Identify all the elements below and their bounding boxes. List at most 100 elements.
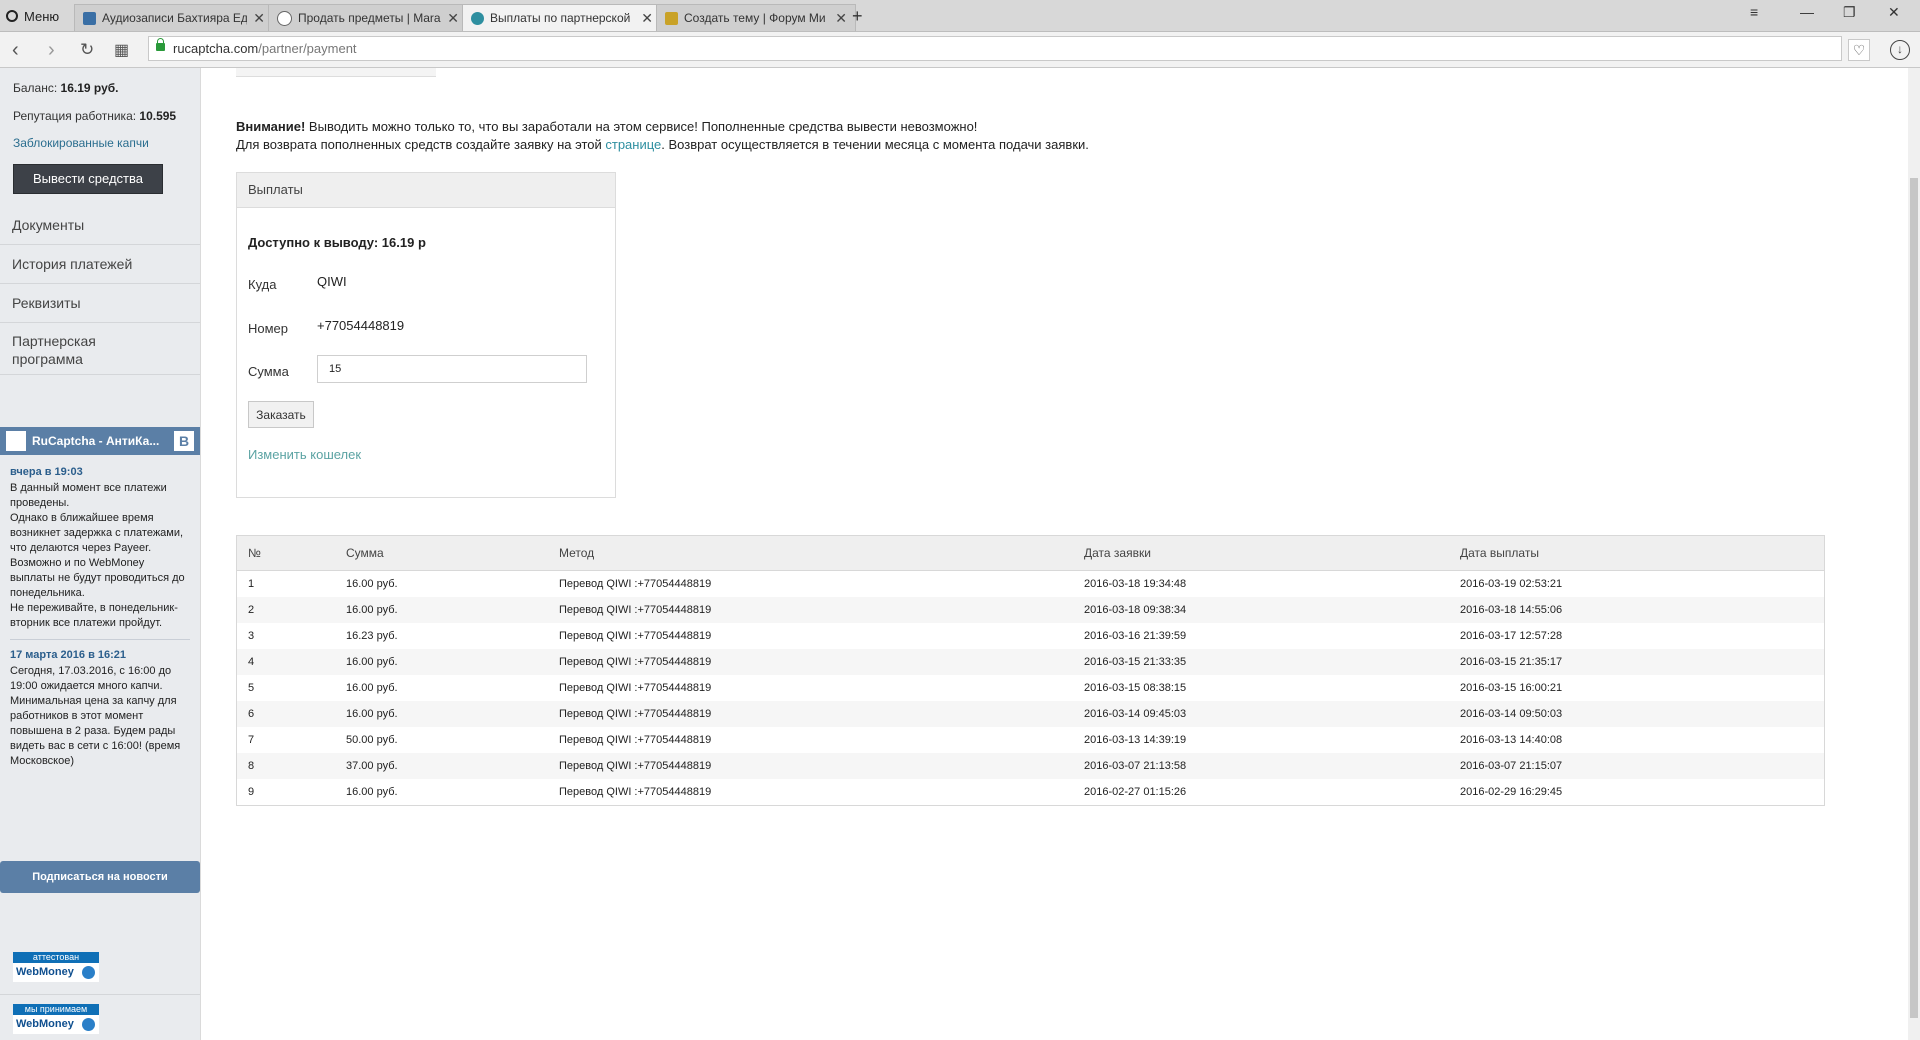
table-row: 5 16.00 руб. Перевод QIWI :+77054448819 201…: [237, 675, 1825, 701]
col-amount: Сумма: [335, 535, 548, 571]
where-value: QIWI: [317, 274, 347, 289]
globe-favicon-icon: [277, 10, 292, 26]
tab-title: Выплаты по партнерской: [490, 11, 631, 25]
cell-number: 4: [236, 649, 335, 675]
cell-request-date: 2016-03-18 09:38:34: [1073, 597, 1449, 623]
col-number: №: [236, 535, 335, 571]
post-text: Сегодня, 17.03.2016, с 16:00 до 19:00 ож…: [10, 665, 181, 767]
table-row: 9 16.00 руб. Перевод QIWI :+77054448819 201…: [237, 779, 1825, 806]
change-wallet-link[interactable]: Изменить кошелек: [248, 447, 361, 462]
reload-icon[interactable]: ↻: [80, 40, 94, 60]
available-amount: Доступно к выводу: 16.19 р: [248, 235, 426, 250]
sidebar-item-partner-program[interactable]: Партнерская программа: [0, 323, 200, 375]
opera-logo-icon: [6, 10, 18, 22]
tab-menu-icon[interactable]: ≡: [1750, 4, 1758, 20]
speed-dial-icon[interactable]: ▦: [114, 40, 129, 60]
webmoney-attested-badge[interactable]: аттестован WebMoney: [13, 952, 99, 982]
cell-payout-date: 2016-03-13 14:40:08: [1460, 734, 1563, 746]
group-logo-icon: [6, 431, 26, 451]
download-icon[interactable]: ↓: [1890, 40, 1910, 60]
close-window-icon[interactable]: ✕: [1888, 4, 1900, 21]
cell-payout-date: 2016-03-14 09:50:03: [1449, 701, 1825, 727]
cell-number: 9: [248, 786, 255, 798]
close-tab-icon[interactable]: ✕: [447, 10, 459, 27]
sidebar-item-documents[interactable]: Документы: [0, 205, 200, 245]
scrollbar-thumb[interactable]: [1910, 178, 1918, 1018]
refund-page-link[interactable]: странице: [605, 137, 661, 152]
new-tab-icon[interactable]: +: [852, 6, 863, 27]
cell-payout-date: 2016-03-15 21:35:17: [1449, 649, 1825, 675]
blocked-captchas-link[interactable]: Заблокированные капчи: [13, 136, 149, 150]
forum-favicon-icon: [665, 11, 678, 25]
browser-menu-button[interactable]: Меню: [6, 6, 59, 26]
withdraw-notice: Внимание! Выводить можно только то, что …: [236, 118, 1089, 154]
vk-widget-header[interactable]: RuCaptcha - АнтиКа... B: [0, 427, 200, 455]
cell-amount: 16.00 руб.: [335, 649, 548, 675]
vk-feed: вчера в 19:03 В данный момент все платеж…: [10, 465, 190, 769]
tab-payouts[interactable]: Выплаты по партнерской ✕: [462, 4, 662, 31]
panel-title: Выплаты: [237, 173, 615, 208]
order-button[interactable]: Заказать: [248, 401, 314, 428]
balance-label: Баланс:: [13, 81, 61, 95]
badge-top-text: мы принимаем: [13, 1004, 99, 1015]
close-tab-icon[interactable]: ✕: [835, 10, 847, 27]
table-row: 4 16.00 руб. Перевод QIWI :+77054448819 201…: [236, 649, 1825, 675]
vk-logo-icon[interactable]: B: [174, 431, 194, 451]
badge-bottom-text: WebMoney: [16, 966, 74, 978]
tab-title: Создать тему | Форум Ми: [684, 11, 826, 25]
post-divider: [10, 639, 190, 640]
table-row: 8 37.00 руб. Перевод QIWI :+77054448819 201…: [236, 753, 1825, 779]
payments-table-body: 1 16.00 руб. Перевод QIWI :+77054448819 201…: [236, 571, 1825, 806]
sidebar-item-label: Партнерская программа: [12, 333, 96, 367]
page-scrollbar[interactable]: [1908, 68, 1920, 1040]
tab-audio[interactable]: Аудиозаписи Бахтияра Ед ✕: [74, 4, 274, 31]
cell-amount: 50.00 руб.: [346, 734, 398, 746]
cell-method: Перевод QIWI :+77054448819: [548, 753, 1073, 779]
tab-market[interactable]: Продать предметы | Mara ✕: [268, 4, 468, 31]
address-bar-row: ‹ › ↻ ▦ rucaptcha.com/partner/payment ♡ …: [0, 32, 1920, 68]
amount-label: Сумма: [248, 364, 289, 379]
col-request-date: Дата заявки: [1073, 535, 1449, 571]
table-row: 6 16.00 руб. Перевод QIWI :+77054448819 201…: [236, 701, 1825, 727]
amount-input[interactable]: [317, 355, 587, 383]
maximize-icon[interactable]: ❐: [1843, 4, 1856, 21]
notice-line2: Для возврата пополненных средств создайт…: [236, 137, 606, 152]
close-tab-icon[interactable]: ✕: [253, 10, 265, 27]
cell-number: 3: [248, 630, 255, 642]
sidebar-item-requisites[interactable]: Реквизиты: [0, 284, 200, 323]
url-field[interactable]: rucaptcha.com/partner/payment: [148, 36, 1842, 61]
tab-forum[interactable]: Создать тему | Форум Ми ✕: [656, 4, 856, 31]
cell-method: Перевод QIWI :+77054448819: [559, 630, 712, 642]
top-tab-strip: [236, 68, 436, 77]
withdraw-button[interactable]: Вывести средства: [13, 164, 163, 194]
close-tab-icon[interactable]: ✕: [641, 10, 653, 27]
col-method: Метод: [548, 535, 1073, 571]
payout-panel: Выплаты Доступно к выводу: 16.19 р Куда …: [236, 172, 616, 498]
sidebar-item-payment-history[interactable]: История платежей: [0, 245, 200, 284]
table-row: 7 50.00 руб. Перевод QIWI :+77054448819 201…: [237, 727, 1825, 753]
cell-number: 7: [248, 734, 255, 746]
post-date[interactable]: 17 марта 2016 в 16:21: [10, 648, 190, 663]
minimize-icon[interactable]: —: [1800, 4, 1814, 20]
cell-request-date: 2016-03-07 21:13:58: [1073, 753, 1449, 779]
subscribe-button[interactable]: Подписаться на новости: [0, 861, 200, 893]
rucaptcha-favicon-icon: [471, 11, 484, 25]
cell-method: Перевод QIWI :+77054448819: [548, 701, 1073, 727]
cell-amount: 16.23 руб.: [346, 630, 398, 642]
cell-method: Перевод QIWI :+77054448819: [548, 649, 1073, 675]
table-row: 3 16.23 руб. Перевод QIWI :+77054448819 201…: [237, 623, 1825, 649]
balance: Баланс: 16.19 руб.: [13, 81, 119, 95]
reputation-label: Репутация работника:: [13, 109, 140, 123]
table-row: 2 16.00 руб. Перевод QIWI :+77054448819 201…: [236, 597, 1825, 623]
cell-payout-date: 2016-03-18 14:55:06: [1449, 597, 1825, 623]
reputation: Репутация работника: 10.595: [13, 109, 176, 123]
forward-icon[interactable]: ›: [48, 39, 55, 62]
webmoney-accepted-badge[interactable]: мы принимаем WebMoney: [13, 1004, 99, 1034]
back-icon[interactable]: ‹: [12, 39, 19, 62]
badge-top-text: аттестован: [13, 952, 99, 963]
cell-number: 1: [248, 578, 255, 590]
bookmark-heart-icon[interactable]: ♡: [1848, 39, 1870, 61]
post-date[interactable]: вчера в 19:03: [10, 465, 190, 480]
cell-request-date: 2016-03-15 21:33:35: [1073, 649, 1449, 675]
post-text: В данный момент все платежи проведены. О…: [10, 482, 185, 629]
